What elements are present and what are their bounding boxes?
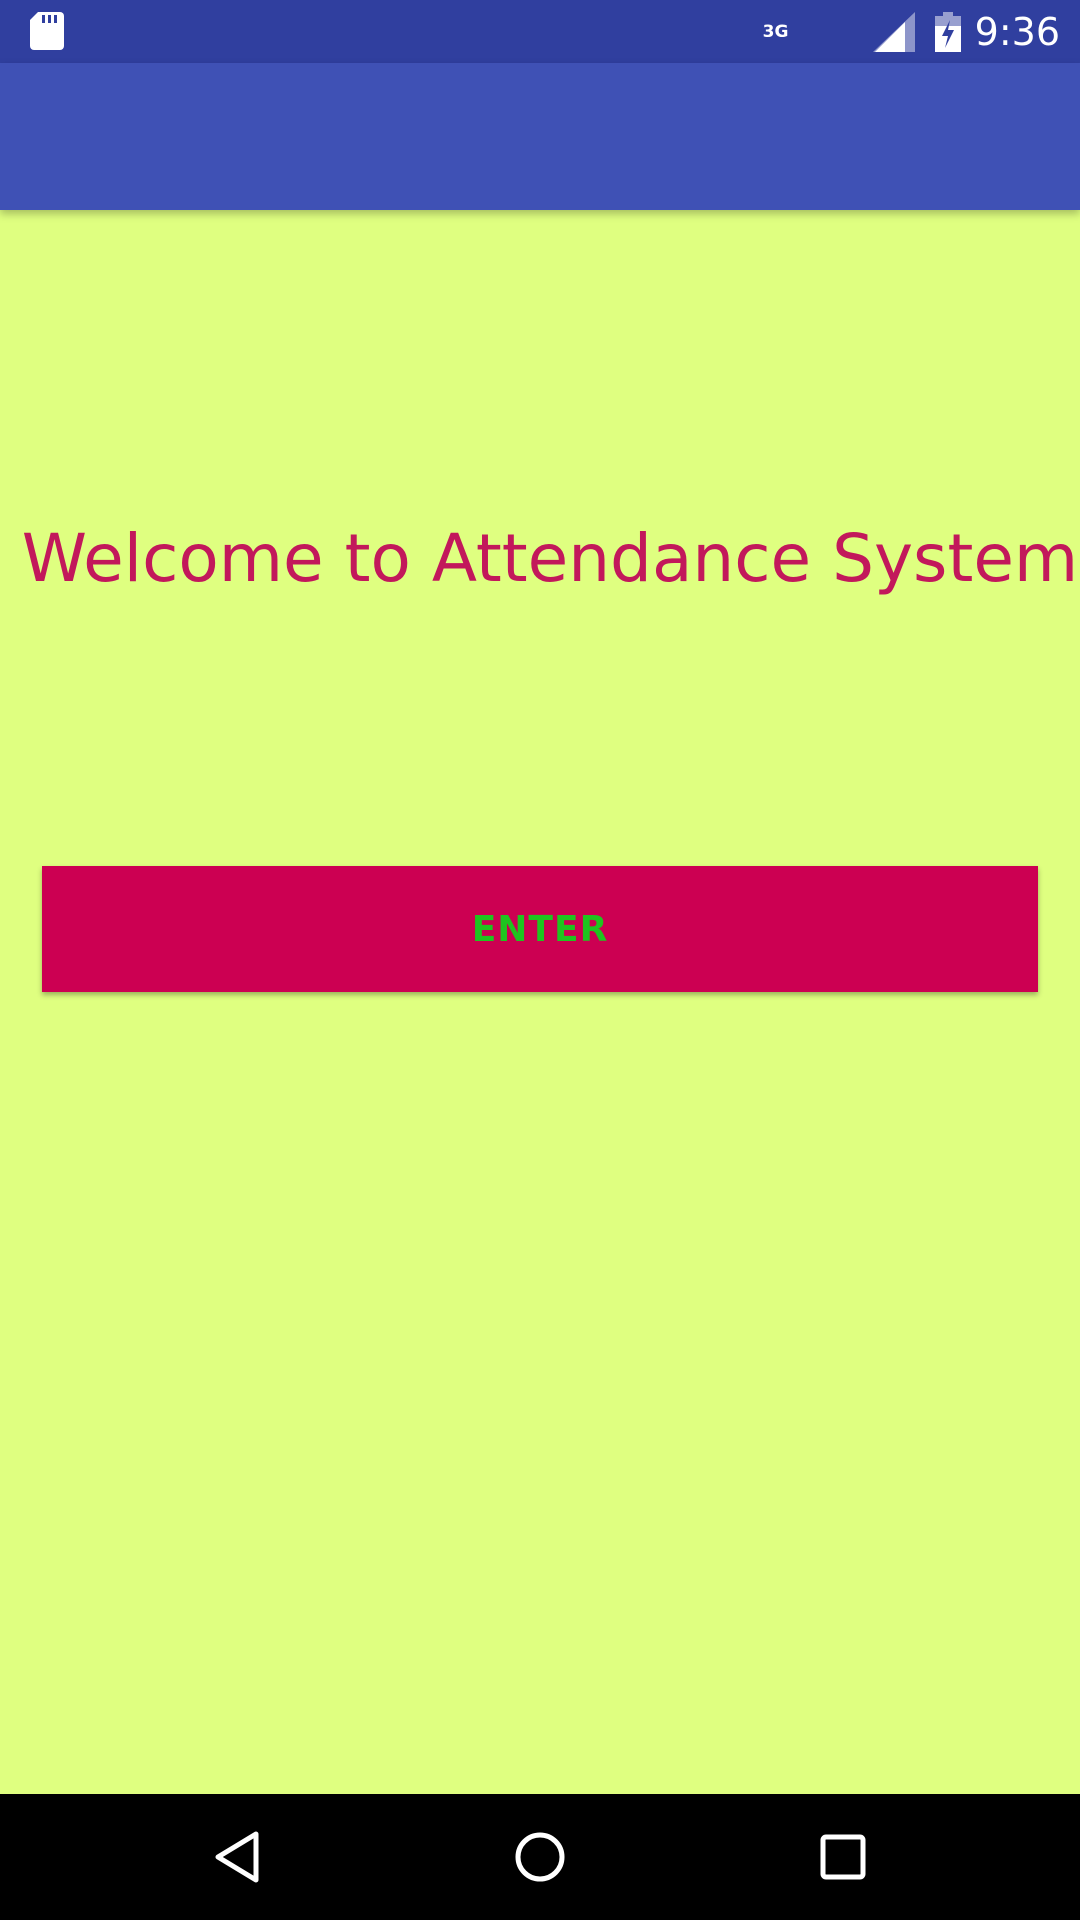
enter-button-label: ENTER (471, 908, 609, 950)
screen: 3G 9:36 Welcome to Attendance System ENT… (0, 0, 1080, 1920)
back-button[interactable] (157, 1794, 317, 1920)
network-type-label: 3G (762, 21, 789, 42)
status-clock: 9:36 (974, 9, 1060, 54)
home-button[interactable] (460, 1794, 620, 1920)
welcome-heading: Welcome to Attendance System (21, 520, 1079, 597)
recents-button[interactable] (763, 1794, 923, 1920)
home-icon (515, 1832, 565, 1882)
enter-button[interactable]: ENTER (42, 866, 1038, 992)
back-icon (215, 1831, 259, 1883)
recents-icon (820, 1834, 866, 1880)
app-bar (0, 63, 1080, 210)
status-bar: 3G 9:36 (0, 0, 1080, 63)
sd-card-icon (30, 12, 64, 50)
status-icons: 3G 9:36 (763, 0, 1060, 63)
navigation-bar (0, 1794, 1080, 1920)
battery-charging-icon (934, 11, 961, 52)
signal-icon (872, 11, 915, 52)
